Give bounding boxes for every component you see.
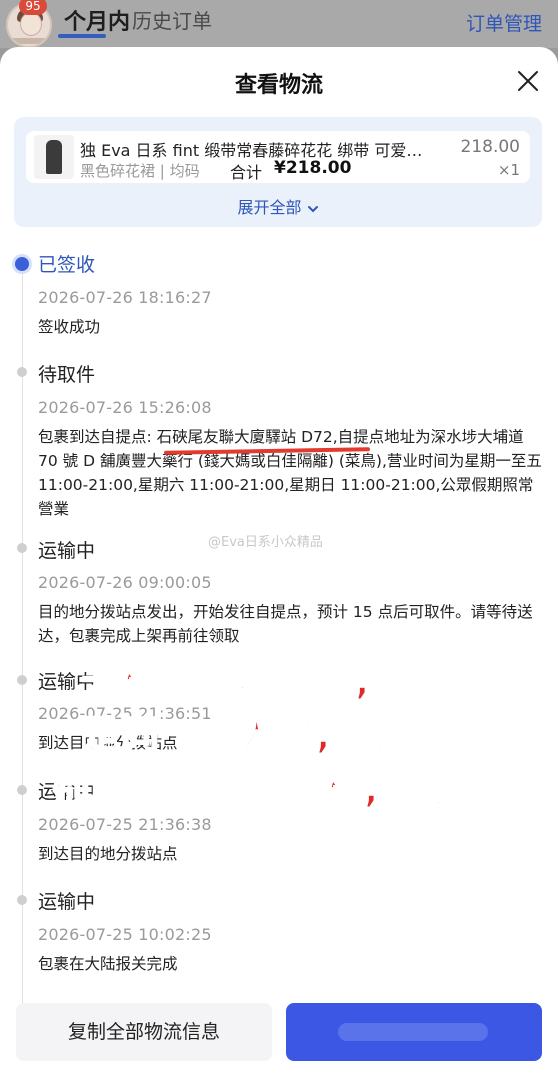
total-label: 合计 bbox=[230, 163, 263, 182]
active-tab-indicator bbox=[58, 34, 106, 38]
expand-all-button[interactable]: 展开全部 bbox=[14, 194, 542, 218]
product-name: 独 Eva 日系 fint 缎带常春藤碎花花 绑带 可爱… bbox=[80, 141, 423, 160]
event-status: 已签收 bbox=[38, 254, 96, 276]
top-header: 95 个月内 历史订单 订单管理 bbox=[0, 0, 558, 48]
product-price: 218.00 bbox=[460, 137, 520, 157]
timeline-dot bbox=[17, 675, 27, 685]
product-thumbnail bbox=[34, 135, 74, 179]
timeline-line bbox=[22, 265, 23, 1025]
close-icon[interactable] bbox=[516, 69, 540, 93]
tab-history[interactable]: 历史订单 bbox=[132, 5, 212, 34]
copy-all-logistics-button[interactable]: 复制全部物流信息 bbox=[16, 1003, 272, 1061]
event-time: 2026-07-26 18:16:27 bbox=[38, 288, 212, 307]
event-desc: 到达目的地分拨站点 bbox=[38, 845, 178, 863]
timeline-dot bbox=[17, 785, 27, 795]
overlay-text-line: 一样的签收地址,应该 bbox=[81, 658, 449, 704]
order-management-link[interactable]: 订单管理 bbox=[466, 9, 542, 36]
event-time: 2026-07-26 09:00:05 bbox=[38, 573, 212, 592]
overlay-text-line: 是同一个人了,估计在 bbox=[81, 712, 449, 758]
event-status: 运输中 bbox=[38, 891, 96, 913]
product-item[interactable]: 独 Eva 日系 fint 缎带常春藤碎花花 绑带 可爱… 218.00 黑色碎… bbox=[26, 131, 530, 183]
tab-recent[interactable]: 个月内 bbox=[64, 4, 130, 36]
sheet-title: 查看物流 bbox=[234, 73, 323, 98]
logistics-sheet: 查看物流 独 Eva 日系 fint 缎带常春藤碎花花 绑带 可爱… 218.0… bbox=[0, 47, 558, 1080]
event-desc: 签收成功 bbox=[38, 318, 101, 336]
primary-action-button[interactable] bbox=[286, 1003, 542, 1061]
timeline-dot bbox=[17, 543, 27, 553]
timeline-dot bbox=[17, 367, 27, 377]
timeline-dot-active bbox=[15, 257, 29, 271]
event-desc: 目的地分拨站点发出，开始发往自提点，预计 15 点后可取件。请等待送达，包裹完成… bbox=[38, 603, 533, 645]
event-status: 运输中 bbox=[38, 540, 96, 562]
notification-badge: 95 bbox=[19, 0, 47, 15]
total-amount: ¥218.00 bbox=[274, 158, 352, 178]
overlay-text-line: 别的地方也是这样,惯犯 bbox=[51, 766, 458, 812]
product-quantity: ×1 bbox=[497, 161, 520, 179]
event-time: 2026-07-26 15:26:08 bbox=[38, 398, 212, 417]
event-desc: 包裹到达自提点: 石硤尾友聯大廈驛站 D72,自提点地址为深水埗大埔道 70 號… bbox=[38, 428, 542, 518]
event-time: 2026-07-25 21:36:38 bbox=[38, 815, 212, 834]
chevron-down-icon bbox=[307, 205, 318, 212]
watermark: @Eva日系小众精品 bbox=[208, 535, 323, 550]
product-spec: 黑色碎花裙 | 均码 bbox=[80, 162, 200, 180]
timeline-dot bbox=[17, 895, 27, 905]
product-card: 独 Eva 日系 fint 缎带常春藤碎花花 绑带 可爱… 218.00 黑色碎… bbox=[14, 117, 542, 227]
event-status: 待取件 bbox=[38, 364, 96, 386]
event-desc: 包裹在大陆报关完成 bbox=[38, 955, 178, 973]
blurred-label bbox=[338, 1023, 488, 1041]
expand-label: 展开全部 bbox=[237, 198, 302, 217]
event-time: 2026-07-25 10:02:25 bbox=[38, 925, 212, 944]
